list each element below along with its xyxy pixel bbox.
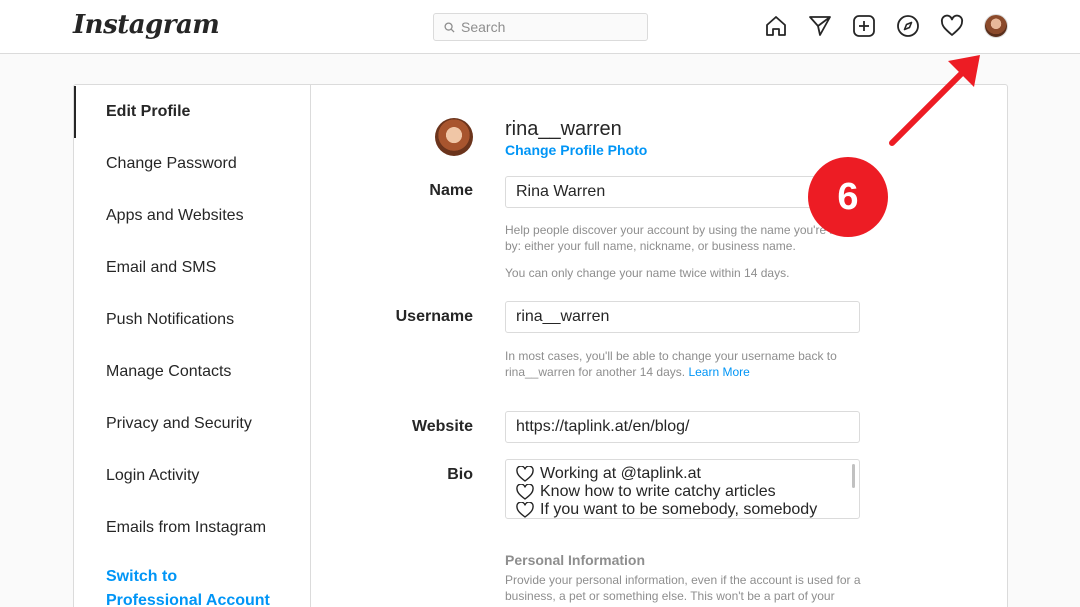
step-number-badge: 6	[808, 157, 888, 237]
name-field[interactable]	[505, 176, 860, 208]
search-box[interactable]	[433, 13, 648, 41]
heart-outline-icon	[516, 484, 534, 500]
sidebar-item-change-password[interactable]: Change Password	[74, 138, 310, 190]
name-help-text: Help people discover your account by usi…	[505, 223, 865, 253]
bio-line: Know how to write catchy articles	[506, 483, 859, 501]
bio-scrollbar[interactable]	[852, 464, 855, 488]
instagram-logo[interactable]: Instagram	[73, 10, 220, 40]
home-icon[interactable]	[764, 14, 788, 38]
settings-sidebar: Edit Profile Change Password Apps and We…	[74, 85, 311, 607]
heart-outline-icon	[516, 502, 534, 518]
new-post-icon[interactable]	[852, 14, 876, 38]
explore-icon[interactable]	[896, 14, 920, 38]
sidebar-item-manage-contacts[interactable]: Manage Contacts	[74, 346, 310, 398]
name-change-limit-text: You can only change your name twice with…	[505, 266, 790, 280]
username-help-body: In most cases, you'll be able to change …	[505, 349, 837, 379]
profile-username: rina__warren	[505, 118, 622, 140]
sidebar-item-edit-profile[interactable]: Edit Profile	[74, 86, 310, 138]
search-input[interactable]	[461, 19, 641, 35]
change-profile-photo-link[interactable]: Change Profile Photo	[505, 142, 647, 158]
personal-info-text: Provide your personal information, even …	[505, 573, 861, 603]
profile-photo[interactable]	[435, 118, 473, 156]
activity-heart-icon[interactable]	[940, 14, 964, 38]
username-field[interactable]	[505, 301, 860, 333]
website-field[interactable]	[505, 411, 860, 443]
direct-message-icon[interactable]	[808, 14, 832, 38]
sidebar-item-login-activity[interactable]: Login Activity	[74, 450, 310, 502]
sidebar-item-apps-websites[interactable]: Apps and Websites	[74, 190, 310, 242]
profile-avatar-icon[interactable]	[984, 14, 1008, 38]
sidebar-item-emails-from-instagram[interactable]: Emails from Instagram	[74, 502, 310, 554]
annotation-arrow	[889, 55, 980, 146]
personal-info-title: Personal Information	[505, 552, 646, 568]
bio-label: Bio	[447, 466, 473, 483]
username-label: Username	[395, 308, 473, 325]
heart-outline-icon	[516, 466, 534, 482]
learn-more-link[interactable]: Learn More	[688, 365, 749, 379]
name-label: Name	[429, 182, 473, 199]
bio-line: If you want to be somebody, somebody	[506, 501, 859, 518]
sidebar-item-privacy-security[interactable]: Privacy and Security	[74, 398, 310, 450]
sidebar-item-switch-professional[interactable]: Switch to Professional Account	[74, 563, 274, 607]
username-help-text: In most cases, you'll be able to change …	[505, 348, 865, 380]
website-label: Website	[411, 418, 473, 435]
bio-line: Working at @taplink.at	[506, 465, 859, 483]
search-icon	[444, 21, 455, 33]
nav-icons	[764, 14, 1008, 38]
bio-textarea[interactable]: Working at @taplink.at Know how to write…	[505, 459, 860, 519]
sidebar-item-email-sms[interactable]: Email and SMS	[74, 242, 310, 294]
sidebar-item-push-notifications[interactable]: Push Notifications	[74, 294, 310, 346]
